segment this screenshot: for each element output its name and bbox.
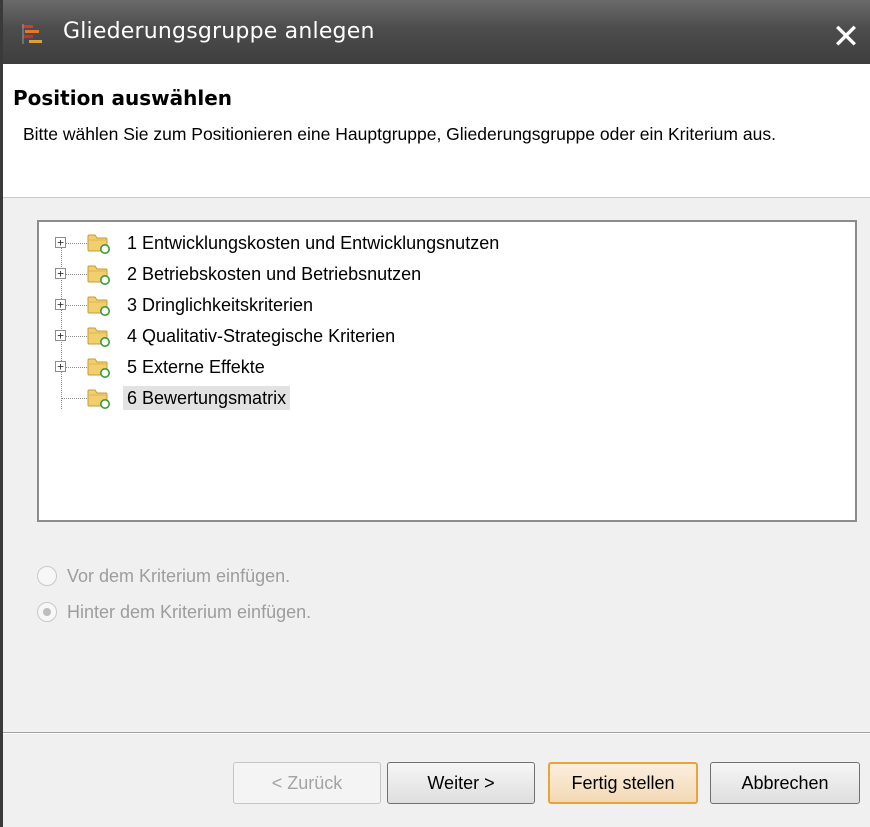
tree-item-label: 1 Entwicklungskosten und Entwicklungsnut… [127,233,500,253]
close-button[interactable]: ✕ [822,15,870,59]
tree-item-label: 6 Bewertungsmatrix [123,386,291,410]
button-separator [3,732,870,734]
radio-selected-dot [43,608,51,616]
expand-icon[interactable]: + [55,299,66,310]
window-title: Gliederungsgruppe anlegen [63,19,375,44]
tree-item[interactable]: +2 Betriebskosten und Betriebsnutzen [39,259,639,289]
tree-item-label: 3 Dringlichkeitskriterien [127,295,314,315]
tree-item[interactable]: +4 Qualitativ-Strategische Kriterien [39,321,639,351]
radio-after-circle[interactable] [37,602,57,622]
folder-icon [87,232,111,254]
tree-item-label: 4 Qualitativ-Strategische Kriterien [127,326,396,346]
folder-icon [87,387,111,409]
wizard-header: Position auswählen Bitte wählen Sie zum … [3,64,870,198]
radio-before-label: Vor dem Kriterium einfügen. [67,566,291,586]
app-icon [21,23,47,45]
tree-item[interactable]: +1 Entwicklungskosten und Entwicklungsnu… [39,228,639,258]
back-button[interactable]: < Zurück [233,762,381,804]
next-button[interactable]: Weiter > [387,762,535,804]
close-icon: ✕ [831,17,861,57]
tree-item[interactable]: 6 Bewertungsmatrix [39,383,639,413]
tree-item[interactable]: +3 Dringlichkeitskriterien [39,290,639,320]
radio-before-circle[interactable] [37,566,57,586]
folder-icon [87,294,111,316]
expand-icon[interactable]: + [55,237,66,248]
cancel-button[interactable]: Abbrechen [710,762,860,804]
tree-item[interactable]: +5 Externe Effekte [39,352,639,382]
dialog-window: Gliederungsgruppe anlegen ✕ Position aus… [0,0,870,827]
folder-icon [87,263,111,285]
finish-button[interactable]: Fertig stellen [548,762,698,804]
page-title: Position auswählen [13,86,233,110]
position-tree[interactable]: +1 Entwicklungskosten und Entwicklungsnu… [37,220,857,522]
folder-icon [87,325,111,347]
radio-after-label: Hinter dem Kriterium einfügen. [67,602,312,622]
expand-icon[interactable]: + [55,268,66,279]
tree-item-label: 5 Externe Effekte [127,357,265,377]
expand-icon[interactable]: + [55,330,66,341]
expand-icon[interactable]: + [55,361,66,372]
folder-icon [87,356,111,378]
tree-item-label: 2 Betriebskosten und Betriebsnutzen [127,264,422,284]
page-description: Bitte wählen Sie zum Positionieren eine … [23,124,776,144]
tree-branch-line [61,398,87,399]
title-bar[interactable]: Gliederungsgruppe anlegen ✕ [3,0,870,64]
